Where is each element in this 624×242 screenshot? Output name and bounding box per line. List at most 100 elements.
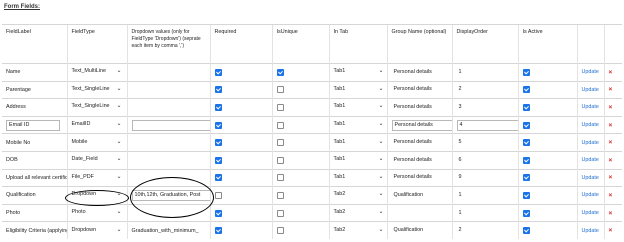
is-active-checkbox[interactable]	[522, 156, 530, 164]
update-link[interactable]: Update	[582, 210, 599, 216]
group-name-input[interactable]: Qualification	[392, 191, 453, 200]
update-link[interactable]: Update	[582, 87, 599, 93]
group-name-input[interactable]: Personal details	[391, 119, 452, 131]
is-unique-checkbox[interactable]	[276, 103, 284, 111]
is-active-checkbox[interactable]	[522, 121, 530, 129]
required-checkbox[interactable]	[214, 209, 222, 217]
required-checkbox[interactable]	[214, 156, 222, 164]
in-tab-select[interactable]: Tab2 ⌄	[334, 208, 384, 218]
is-active-checkbox[interactable]	[522, 139, 530, 147]
is-unique-checkbox[interactable]	[276, 156, 284, 164]
required-checkbox[interactable]	[214, 227, 222, 235]
field-label-input[interactable]: Photo	[6, 210, 20, 216]
required-checkbox[interactable]	[214, 103, 222, 111]
group-name-input[interactable]: Personal details	[392, 173, 453, 182]
close-icon[interactable]: ×	[609, 210, 613, 217]
close-icon[interactable]: ×	[609, 104, 613, 111]
field-type-select[interactable]: Mobile ⌄	[72, 138, 122, 148]
group-name-input[interactable]: Personal details	[392, 103, 453, 112]
field-label-input[interactable]: Mobile No	[6, 140, 30, 146]
in-tab-select[interactable]: Tab1 ⌄	[334, 85, 384, 95]
close-icon[interactable]: ×	[609, 157, 613, 164]
in-tab-select[interactable]: Tab2 ⌄	[334, 226, 384, 236]
update-link[interactable]: Update	[582, 228, 599, 234]
group-name-input[interactable]: Personal details	[392, 156, 453, 165]
field-label-input[interactable]: Qualification	[6, 192, 36, 198]
is-active-checkbox[interactable]	[522, 227, 530, 235]
display-order-input[interactable]: 1	[457, 68, 519, 77]
required-checkbox[interactable]	[214, 121, 222, 129]
is-unique-checkbox[interactable]	[276, 227, 284, 235]
display-order-input[interactable]: 1	[457, 209, 519, 218]
is-unique-checkbox[interactable]	[276, 121, 284, 129]
required-checkbox[interactable]	[214, 68, 222, 76]
in-tab-select[interactable]: Tab1 ⌄	[334, 120, 384, 130]
field-label-input[interactable]: Eligibility Criteria (applying	[6, 228, 67, 234]
is-unique-checkbox[interactable]	[276, 86, 284, 94]
display-order-input[interactable]: 6	[457, 156, 519, 165]
is-unique-checkbox[interactable]	[276, 209, 284, 217]
required-checkbox[interactable]	[214, 191, 222, 199]
update-link[interactable]: Update	[582, 157, 599, 163]
group-name-input[interactable]: Qualification	[392, 226, 453, 235]
update-link[interactable]: Update	[582, 175, 599, 181]
field-type-select[interactable]: File_PDF ⌄	[72, 173, 122, 183]
display-order-input[interactable]: 2	[457, 85, 519, 94]
is-unique-checkbox[interactable]	[276, 68, 284, 76]
required-checkbox[interactable]	[214, 174, 222, 182]
dropdown-values-input[interactable]: 10th,12th, Graduation, Post	[131, 189, 210, 201]
required-checkbox[interactable]	[214, 86, 222, 94]
display-order-input[interactable]: 9	[457, 173, 519, 182]
close-icon[interactable]: ×	[609, 227, 613, 234]
display-order-input[interactable]: 4	[456, 119, 518, 131]
dropdown-values-input[interactable]: Graduation_with_minimum_	[132, 228, 199, 234]
field-type-select[interactable]: Dropdown ⌄	[72, 190, 122, 200]
close-icon[interactable]: ×	[609, 86, 613, 93]
required-checkbox[interactable]	[214, 139, 222, 147]
is-active-checkbox[interactable]	[522, 174, 530, 182]
in-tab-select[interactable]: Tab1 ⌄	[334, 173, 384, 183]
group-name-input[interactable]: Personal details	[392, 68, 453, 77]
is-active-checkbox[interactable]	[522, 191, 530, 199]
group-name-input[interactable]: Personal details	[392, 85, 453, 94]
update-link[interactable]: Update	[582, 69, 599, 75]
is-unique-checkbox[interactable]	[276, 139, 284, 147]
field-type-select[interactable]: Text_SingleLine ⌄	[72, 85, 122, 95]
in-tab-select[interactable]: Tab1 ⌄	[334, 67, 384, 77]
update-link[interactable]: Update	[582, 122, 599, 128]
field-label-input[interactable]: DOB	[6, 157, 18, 163]
close-icon[interactable]: ×	[609, 174, 613, 181]
field-label-input[interactable]: Name	[6, 69, 20, 75]
field-label-input[interactable]: Upload all relevant certificat	[6, 175, 67, 181]
close-icon[interactable]: ×	[609, 69, 613, 76]
update-link[interactable]: Update	[582, 192, 599, 198]
field-type-select[interactable]: Dropdown ⌄	[72, 226, 122, 236]
field-label-input[interactable]: Address	[6, 104, 26, 110]
dropdown-values-input[interactable]	[131, 119, 210, 131]
in-tab-select[interactable]: Tab1 ⌄	[334, 102, 384, 112]
is-active-checkbox[interactable]	[522, 209, 530, 217]
field-label-input[interactable]: Email ID	[6, 119, 60, 131]
display-order-input[interactable]: 3	[457, 103, 519, 112]
in-tab-select[interactable]: Tab2 ⌄	[334, 190, 384, 200]
is-active-checkbox[interactable]	[522, 68, 530, 76]
close-icon[interactable]: ×	[609, 122, 613, 129]
group-name-input[interactable]	[392, 209, 453, 218]
field-type-select[interactable]: EmailID ⌄	[72, 120, 122, 130]
is-unique-checkbox[interactable]	[276, 191, 284, 199]
is-active-checkbox[interactable]	[522, 103, 530, 111]
field-label-input[interactable]: Parentage	[6, 87, 31, 93]
display-order-input[interactable]: 5	[457, 138, 519, 147]
group-name-input[interactable]: Personal details	[392, 138, 453, 147]
is-unique-checkbox[interactable]	[276, 174, 284, 182]
field-type-select[interactable]: Text_MultiLine ⌄	[72, 67, 122, 77]
update-link[interactable]: Update	[582, 104, 599, 110]
display-order-input[interactable]: 2	[457, 226, 519, 235]
display-order-input[interactable]: 1	[457, 191, 519, 200]
field-type-select[interactable]: Photo ⌄	[72, 208, 122, 218]
close-icon[interactable]: ×	[609, 139, 613, 146]
field-type-select[interactable]: Text_SingleLine ⌄	[72, 102, 122, 112]
field-type-select[interactable]: Date_Field ⌄	[72, 155, 122, 165]
is-active-checkbox[interactable]	[522, 86, 530, 94]
in-tab-select[interactable]: Tab1 ⌄	[334, 155, 384, 165]
